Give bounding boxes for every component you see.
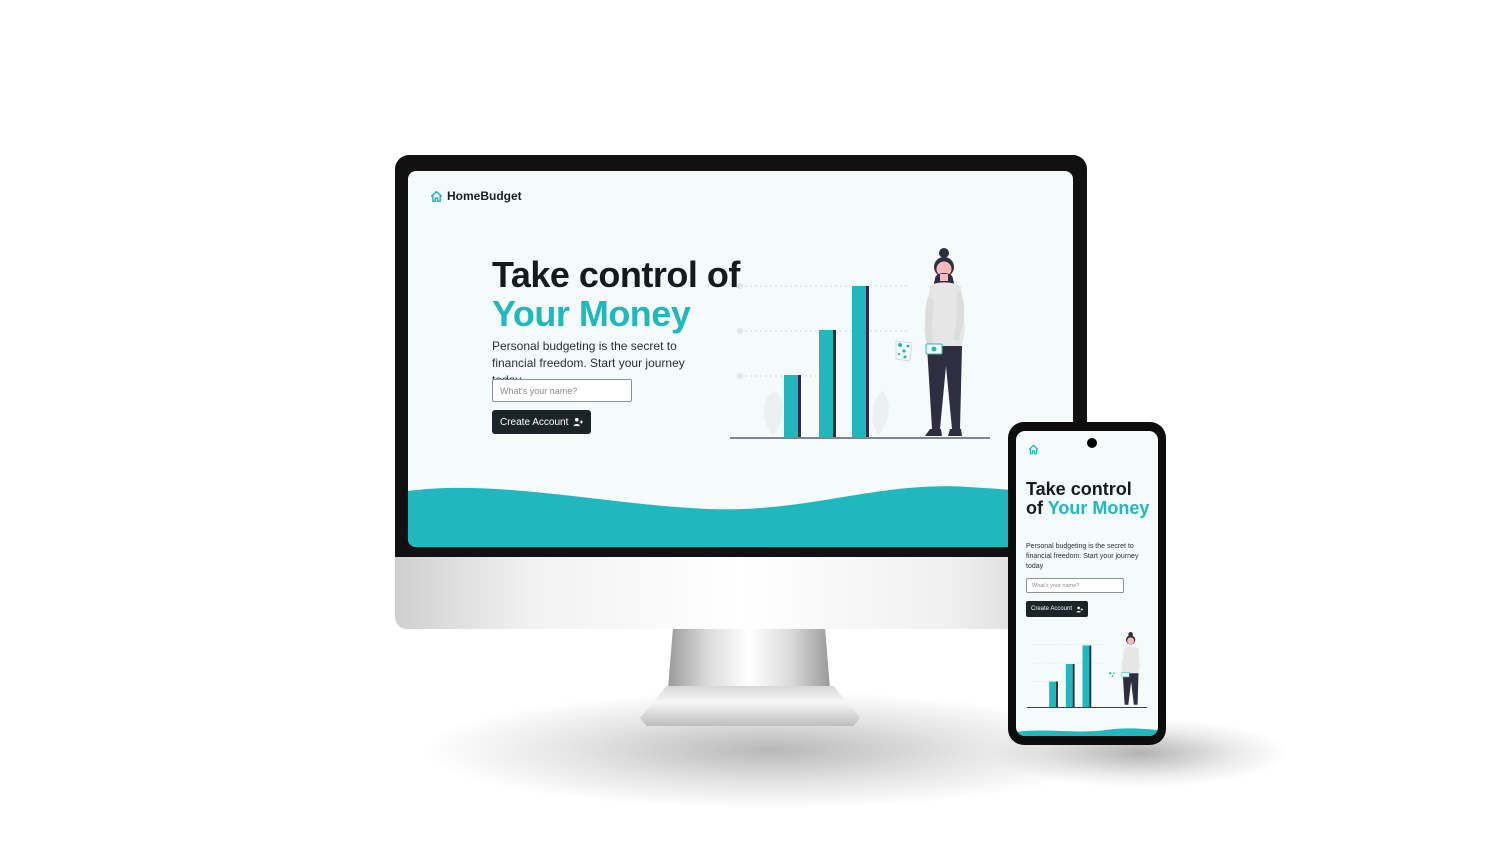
brand-name: HomeBudget (447, 189, 522, 203)
house-icon (430, 190, 443, 202)
mobile-bar-3 (1082, 645, 1092, 708)
leaf-left (763, 391, 784, 436)
hero-title-line1: Take control of (492, 254, 740, 295)
bar-3 (852, 286, 869, 437)
monitor-stand-base (640, 686, 860, 726)
mobile-house-icon[interactable] (1028, 444, 1039, 455)
logo[interactable]: HomeBudget (430, 189, 522, 203)
phone-camera (1087, 438, 1097, 448)
mobile-create-account-button[interactable]: Create Account (1026, 601, 1089, 617)
mobile-wave-footer (1016, 728, 1158, 736)
bar-1 (784, 375, 801, 437)
create-account-label: Create Account (500, 416, 569, 428)
wave-footer (408, 486, 1073, 547)
mobile-bar-1 (1049, 681, 1058, 708)
phone-device: Take control of Your Money Personal budg… (1008, 422, 1166, 745)
hero-title: Take control of Your Money (492, 255, 740, 333)
mobile-bar-2 (1065, 663, 1075, 708)
budget-illustration (730, 248, 990, 439)
name-input[interactable] (492, 379, 632, 402)
mobile-screen: Take control of Your Money Personal budg… (1016, 431, 1158, 736)
bar-2 (819, 330, 836, 437)
monitor-stand-neck (668, 629, 830, 689)
mobile-budget-illustration (1026, 632, 1148, 708)
desktop-screen: HomeBudget Take control of Your Money Pe… (408, 171, 1073, 547)
mobile-create-account-label: Create Account (1031, 606, 1073, 612)
hero-title-accent: Your Money (492, 293, 691, 334)
mobile-hero-title-accent: Your Money (1047, 498, 1150, 518)
monitor-chin (395, 557, 1087, 629)
mobile-person-figure (1109, 632, 1140, 705)
leaf-right (872, 391, 890, 436)
mobile-user-plus-icon (1076, 606, 1084, 612)
person-figure (895, 248, 965, 436)
mobile-hero-description: Personal budgeting is the secret to fina… (1026, 543, 1139, 570)
mobile-name-input[interactable] (1026, 578, 1124, 593)
user-plus-icon (574, 417, 584, 427)
mobile-hero-title: Take control of Your Money (1026, 480, 1151, 518)
create-account-button[interactable]: Create Account (492, 410, 592, 434)
